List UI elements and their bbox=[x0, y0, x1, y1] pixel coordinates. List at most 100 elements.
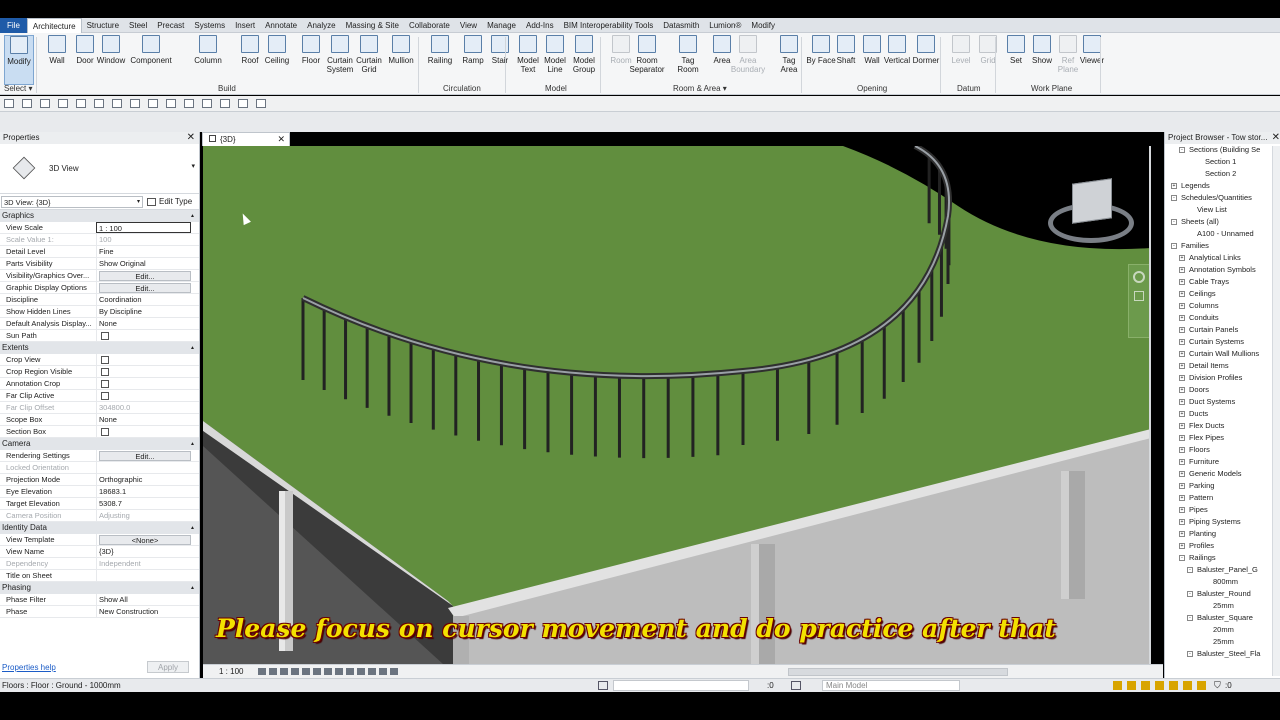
browser-item[interactable]: + Generic Models bbox=[1165, 468, 1280, 480]
browser-item[interactable]: - Families bbox=[1165, 240, 1280, 252]
expand-icon[interactable]: + bbox=[1179, 483, 1185, 489]
viewer-button[interactable]: Viewer bbox=[1077, 35, 1107, 85]
browser-item[interactable]: - Sheets (all) bbox=[1165, 216, 1280, 228]
property-value[interactable]: Orthographic bbox=[96, 474, 199, 485]
workset-icon[interactable] bbox=[598, 681, 608, 690]
ceiling-button[interactable]: Ceiling bbox=[262, 35, 292, 85]
property-value[interactable]: <None> bbox=[96, 534, 199, 545]
expand-icon[interactable]: + bbox=[1179, 471, 1185, 477]
browser-item[interactable]: + Pattern bbox=[1165, 492, 1280, 504]
expand-icon[interactable]: + bbox=[1179, 291, 1185, 297]
close-icon[interactable]: ✕ bbox=[187, 132, 195, 144]
tag-area-button[interactable]: Tag Area bbox=[774, 35, 804, 85]
tab-architecture[interactable]: Architecture bbox=[26, 17, 82, 33]
expand-icon[interactable]: + bbox=[1179, 255, 1185, 261]
browser-item[interactable]: 20mm bbox=[1165, 624, 1280, 636]
browser-item[interactable]: + Curtain Systems bbox=[1165, 336, 1280, 348]
property-value[interactable] bbox=[96, 570, 199, 581]
checkbox[interactable] bbox=[101, 356, 109, 364]
property-value[interactable]: Edit... bbox=[96, 282, 199, 293]
browser-item[interactable]: - Baluster_Steel_Fla bbox=[1165, 648, 1280, 660]
section-header[interactable]: Camera bbox=[0, 438, 199, 450]
tab-3d-view[interactable]: {3D} ✕ bbox=[202, 132, 290, 146]
browser-item[interactable]: + Profiles bbox=[1165, 540, 1280, 552]
modify-button[interactable]: Modify bbox=[4, 35, 34, 85]
expand-icon[interactable]: + bbox=[1179, 507, 1185, 513]
close-icon[interactable]: ✕ bbox=[277, 133, 285, 146]
browser-item[interactable]: + Annotation Symbols bbox=[1165, 264, 1280, 276]
close-hidden-icon[interactable] bbox=[238, 99, 248, 108]
design-options-icon[interactable] bbox=[791, 681, 801, 690]
expand-icon[interactable]: + bbox=[1171, 183, 1177, 189]
checkbox[interactable] bbox=[101, 428, 109, 436]
browser-item[interactable]: + Ducts bbox=[1165, 408, 1280, 420]
browser-item[interactable]: + Detail Items bbox=[1165, 360, 1280, 372]
browser-item[interactable]: 25mm bbox=[1165, 636, 1280, 648]
edit-button[interactable]: <None> bbox=[99, 535, 191, 545]
edit-type-button[interactable]: Edit Type bbox=[147, 197, 192, 206]
sync-icon[interactable] bbox=[40, 99, 50, 108]
browser-item[interactable]: + Division Profiles bbox=[1165, 372, 1280, 384]
browser-item[interactable]: Section 1 bbox=[1165, 156, 1280, 168]
ribbon-group-label[interactable]: Datum bbox=[957, 84, 981, 93]
print-icon[interactable] bbox=[94, 99, 104, 108]
tag-icon[interactable] bbox=[148, 99, 158, 108]
tab-datasmith[interactable]: Datasmith bbox=[658, 18, 704, 33]
selection-icons[interactable] bbox=[1113, 681, 1208, 690]
viewcube[interactable] bbox=[1048, 178, 1134, 247]
wall-button[interactable]: Wall bbox=[42, 35, 72, 85]
checkbox[interactable] bbox=[101, 380, 109, 388]
browser-item[interactable]: + Conduits bbox=[1165, 312, 1280, 324]
view-control-icons[interactable] bbox=[258, 668, 398, 675]
tab-file[interactable]: File bbox=[0, 17, 27, 33]
view-scale[interactable]: 1 : 100 bbox=[219, 665, 243, 678]
property-value[interactable]: Coordination bbox=[96, 294, 199, 305]
edit-button[interactable]: Edit... bbox=[99, 271, 191, 281]
component-button[interactable]: Component bbox=[130, 35, 172, 85]
tag-room-button[interactable]: Tag Room bbox=[673, 35, 703, 85]
collapse-icon[interactable]: - bbox=[1171, 243, 1177, 249]
property-value[interactable] bbox=[96, 378, 199, 389]
apply-button[interactable]: Apply bbox=[147, 661, 189, 673]
undo-icon[interactable] bbox=[58, 99, 68, 108]
save-icon[interactable] bbox=[22, 99, 32, 108]
collapse-icon[interactable]: - bbox=[1187, 651, 1193, 657]
tab-steel[interactable]: Steel bbox=[124, 18, 152, 33]
browser-item[interactable]: + Pipes bbox=[1165, 504, 1280, 516]
property-value[interactable]: Independent bbox=[96, 558, 199, 569]
expand-icon[interactable]: + bbox=[1179, 531, 1185, 537]
section-header[interactable]: Identity Data bbox=[0, 522, 199, 534]
ribbon-group-label[interactable]: Circulation bbox=[443, 84, 481, 93]
3d-viewport[interactable] bbox=[203, 146, 1151, 664]
browser-item[interactable]: + Ceilings bbox=[1165, 288, 1280, 300]
tab-view[interactable]: View bbox=[455, 18, 482, 33]
property-value[interactable]: Show Original bbox=[96, 258, 199, 269]
property-value[interactable]: Fine bbox=[96, 246, 199, 257]
navigation-bar[interactable] bbox=[1128, 264, 1150, 338]
browser-item[interactable]: + Floors bbox=[1165, 444, 1280, 456]
collapse-icon[interactable]: - bbox=[1171, 195, 1177, 201]
model-line-button[interactable]: Model Line bbox=[540, 35, 570, 85]
railing-button[interactable]: Railing bbox=[425, 35, 455, 85]
property-value[interactable]: Edit... bbox=[96, 450, 199, 461]
filter-icon[interactable]: ⛉ bbox=[1214, 679, 1221, 692]
browser-item[interactable]: + Piping Systems bbox=[1165, 516, 1280, 528]
tab-structure[interactable]: Structure bbox=[82, 18, 124, 33]
ribbon-group-label[interactable]: Opening bbox=[857, 84, 887, 93]
browser-item[interactable]: - Schedules/Quantities bbox=[1165, 192, 1280, 204]
property-value[interactable]: Show All bbox=[96, 594, 199, 605]
browser-item[interactable]: + Columns bbox=[1165, 300, 1280, 312]
browser-item[interactable]: - Baluster_Square bbox=[1165, 612, 1280, 624]
expand-icon[interactable]: + bbox=[1179, 315, 1185, 321]
browser-item[interactable]: + Furniture bbox=[1165, 456, 1280, 468]
property-value[interactable]: 5308.7 bbox=[96, 498, 199, 509]
vertical-button[interactable]: Vertical bbox=[882, 35, 912, 85]
browser-item[interactable]: + Flex Ducts bbox=[1165, 420, 1280, 432]
steering-wheel-icon[interactable] bbox=[1133, 271, 1145, 283]
expand-icon[interactable]: + bbox=[1179, 447, 1185, 453]
property-value[interactable]: Adjusting bbox=[96, 510, 199, 521]
browser-item[interactable]: - Baluster_Round bbox=[1165, 588, 1280, 600]
property-value[interactable]: New Construction bbox=[96, 606, 199, 617]
tab-bim-interoperability-tools[interactable]: BIM Interoperability Tools bbox=[559, 18, 659, 33]
browser-item[interactable]: View List bbox=[1165, 204, 1280, 216]
